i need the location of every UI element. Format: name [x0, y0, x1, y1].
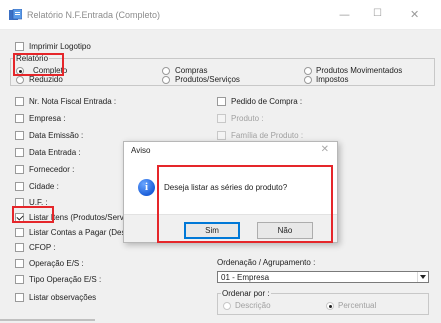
filter-data-emissao-checkbox[interactable]: [15, 131, 24, 140]
print-logo-label: Imprimir Logotipo: [29, 42, 91, 51]
filter-fornecedor-label: Fornecedor :: [29, 165, 75, 174]
filter-cfop-checkbox[interactable]: [15, 243, 24, 252]
ordering-label: Ordenação / Agrupamento :: [217, 258, 316, 267]
highlight-dialog: [157, 165, 333, 243]
filter-tipo-operacao-checkbox[interactable]: [15, 275, 24, 284]
radio-compras[interactable]: [162, 67, 170, 75]
radio-percentual: [326, 302, 334, 310]
list-observations-checkbox[interactable]: [15, 293, 24, 302]
info-icon: i: [138, 179, 155, 196]
filter-tipo-operacao-label: Tipo Operação E/S :: [29, 275, 102, 284]
filter-produto-label: Produto :: [231, 114, 264, 123]
radio-produtos-servicos[interactable]: [162, 76, 170, 84]
filter-cidade-checkbox[interactable]: [15, 182, 24, 191]
highlight-completo: [13, 53, 64, 76]
filter-nr-nota-label: Nr. Nota Fiscal Entrada :: [29, 97, 117, 106]
filter-data-entrada-checkbox[interactable]: [15, 148, 24, 157]
highlight-list-items: [12, 206, 54, 223]
filter-cidade-label: Cidade :: [29, 182, 59, 191]
radio-percentual-label: Percentual: [338, 301, 377, 310]
radio-descricao: [223, 302, 231, 310]
filter-familia-produto-checkbox: [217, 131, 226, 140]
radio-impostos-label: Impostos: [316, 75, 349, 84]
window-titlebar: Relatório N.F.Entrada (Completo) — ☐ ✕: [0, 0, 441, 30]
filter-fornecedor-checkbox[interactable]: [15, 165, 24, 174]
radio-reduzido[interactable]: [16, 76, 24, 84]
radio-descricao-label: Descrição: [235, 301, 271, 310]
ordering-select-value: 01 - Empresa: [221, 273, 270, 282]
dialog-close-icon[interactable]: ✕: [321, 144, 329, 155]
maximize-icon[interactable]: ☐: [373, 8, 382, 19]
list-observations-label: Listar observações: [29, 293, 97, 302]
filter-data-emissao-label: Data Emissão :: [29, 131, 84, 140]
radio-produtos-servicos-label: Produtos/Serviços: [175, 75, 240, 84]
filter-operacao-label: Operação E/S :: [29, 259, 84, 268]
filter-empresa-label: Empresa :: [29, 114, 66, 123]
radio-compras-label: Compras: [175, 66, 208, 75]
radio-impostos[interactable]: [304, 76, 312, 84]
window-title: Relatório N.F.Entrada (Completo): [27, 10, 161, 20]
dialog-title: Aviso: [131, 146, 151, 155]
filter-nr-nota-checkbox[interactable]: [15, 97, 24, 106]
filter-cfop-label: CFOP :: [29, 243, 56, 252]
filter-pedido-compra-checkbox[interactable]: [217, 97, 226, 106]
filter-pedido-compra-label: Pedido de Compra :: [231, 97, 303, 106]
status-divider: [0, 319, 95, 321]
radio-produtos-movimentados[interactable]: [304, 67, 312, 75]
radio-reduzido-label: Reduzido: [29, 75, 63, 84]
filter-familia-produto-label: Família de Produto :: [231, 131, 304, 140]
sort-by-group-label: Ordenar por :: [221, 289, 271, 298]
radio-produtos-movimentados-label: Produtos Movimentados: [316, 66, 403, 75]
print-logo-checkbox[interactable]: [15, 42, 24, 51]
filter-produto-checkbox: [217, 114, 226, 123]
chevron-down-icon[interactable]: [417, 272, 428, 282]
filter-data-entrada-label: Data Entrada :: [29, 148, 81, 157]
filter-operacao-checkbox[interactable]: [15, 259, 24, 268]
close-icon[interactable]: ✕: [410, 8, 419, 21]
minimize-icon[interactable]: —: [339, 8, 350, 21]
list-payables-checkbox[interactable]: [15, 228, 24, 237]
ordering-select[interactable]: 01 - Empresa: [217, 271, 429, 283]
list-payables-label: Listar Contas a Pagar (Despe: [29, 228, 135, 237]
filter-empresa-checkbox[interactable]: [15, 114, 24, 123]
app-icon: [9, 9, 22, 20]
